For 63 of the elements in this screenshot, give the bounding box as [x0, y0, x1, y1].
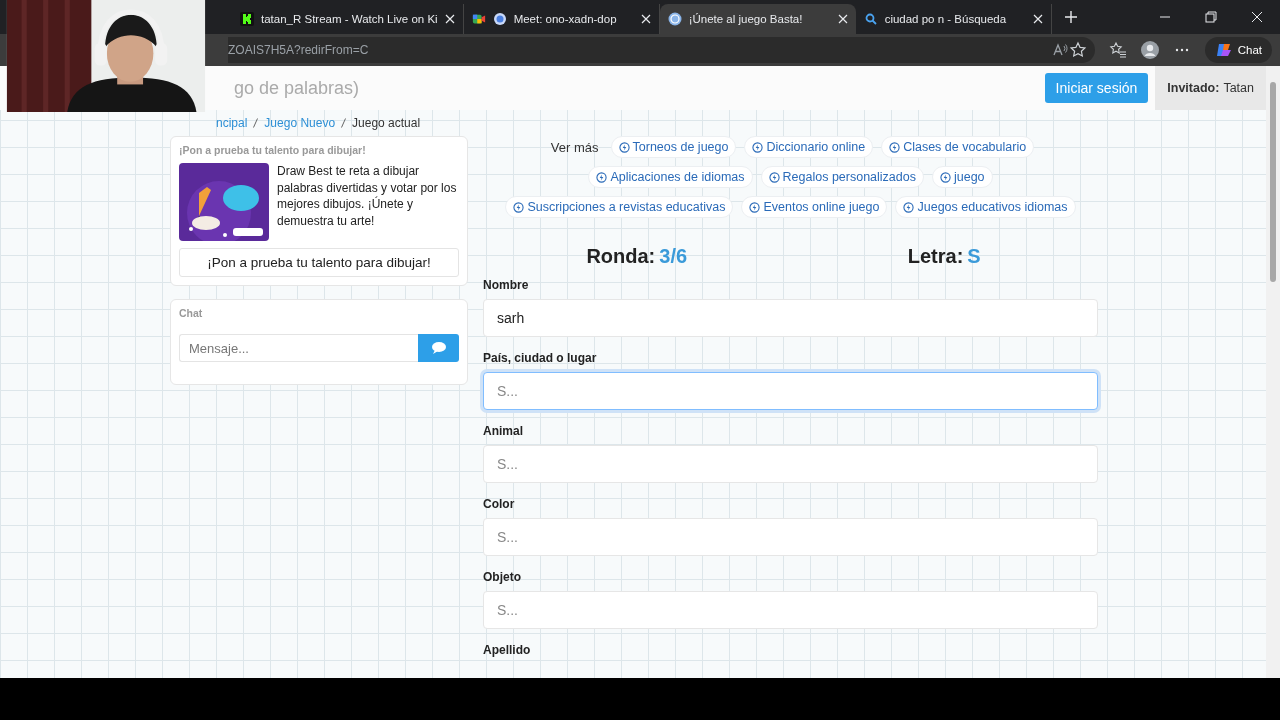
answer-field[interactable]: S... [483, 372, 1098, 410]
send-button[interactable] [418, 334, 459, 362]
address-bar[interactable]: ZOAIS7H5A?redirFrom=C [228, 37, 1095, 63]
field-label: Apellido [483, 643, 532, 657]
bolt-icon [768, 171, 780, 183]
topic-link[interactable]: Aplicaciones de idiomas [588, 166, 753, 188]
scrollbar[interactable] [1266, 66, 1280, 678]
chat-heading: Chat [179, 307, 204, 319]
browser-tab[interactable]: ¡Únete al juego Basta! [659, 4, 856, 34]
profile-icon[interactable] [1140, 41, 1159, 59]
see-more-label: Ver más [549, 139, 600, 155]
round-value: 3/6 [659, 245, 688, 268]
speech-bubble-icon [431, 342, 446, 354]
separator-icon [253, 118, 259, 128]
bolt-icon [752, 141, 764, 153]
page-title: go de palabras) [234, 77, 361, 99]
topic-link[interactable]: juego [931, 166, 993, 188]
topic-link[interactable]: Eventos online juego [741, 196, 888, 218]
breadcrumb-link[interactable]: Juego Nuevo [264, 116, 336, 130]
field-label: Color [483, 497, 516, 511]
favorites-icon[interactable] [1108, 41, 1127, 59]
promo-button[interactable]: ¡Pon a prueba tu talento para dibujar! [179, 248, 459, 277]
search-icon [863, 12, 878, 26]
topic-link[interactable]: Regalos personalizados [760, 166, 924, 188]
letter-label: Letra: [907, 245, 964, 268]
breadcrumb-current: Juego actual [352, 116, 421, 130]
field-label: Animal [483, 424, 524, 438]
topic-link[interactable]: Juegos educativos idiomas [895, 196, 1076, 218]
bolt-icon [903, 201, 915, 213]
topic-link[interactable]: Diccionario online [744, 136, 874, 158]
bolt-icon [596, 171, 608, 183]
letter-value: S [967, 245, 981, 268]
bolt-icon [939, 171, 951, 183]
bolt-icon [618, 141, 630, 153]
message-field[interactable]: Mensaje... [179, 334, 418, 362]
answer-field[interactable]: sarh [483, 299, 1098, 337]
field-label: Nombre [483, 278, 530, 292]
topic-link[interactable]: Suscripciones a revistas educativas [505, 196, 734, 218]
guest-name: Tatan [1223, 81, 1254, 95]
round-label: Ronda: [586, 245, 656, 268]
close-icon[interactable] [444, 14, 455, 24]
plus-icon[interactable] [1063, 10, 1078, 24]
field-label: Objeto [483, 570, 522, 584]
promo-heading: ¡Pon a prueba tu talento para dibujar! [179, 144, 367, 156]
separator-icon [341, 118, 347, 128]
copilot-icon [1214, 41, 1233, 59]
promo-description: Draw Best te reta a dibujar palabras divertidas y votar por los mejores dibujos. ¡Únete y demuestra tu arte! [277, 163, 458, 230]
breadcrumb-link[interactable]: ncipal [216, 116, 248, 130]
record-icon [492, 12, 507, 26]
close-icon[interactable] [837, 14, 848, 24]
close-icon[interactable] [1032, 14, 1043, 24]
field-label: País, ciudad o lugar [483, 351, 598, 365]
bolt-icon [889, 141, 901, 153]
chat-button[interactable]: Chat [1204, 37, 1272, 63]
guest-label: Invitado: [1167, 81, 1220, 95]
bolt-icon [513, 201, 525, 213]
topic-link[interactable]: Torneos de juego [610, 136, 737, 158]
topic-link[interactable]: Clases de vocabulario [881, 136, 1035, 158]
camera-icon [471, 12, 486, 26]
bolt-icon [749, 201, 761, 213]
k-logo-icon [240, 12, 254, 26]
star-icon[interactable] [1068, 41, 1087, 59]
close-icon[interactable] [640, 14, 651, 24]
